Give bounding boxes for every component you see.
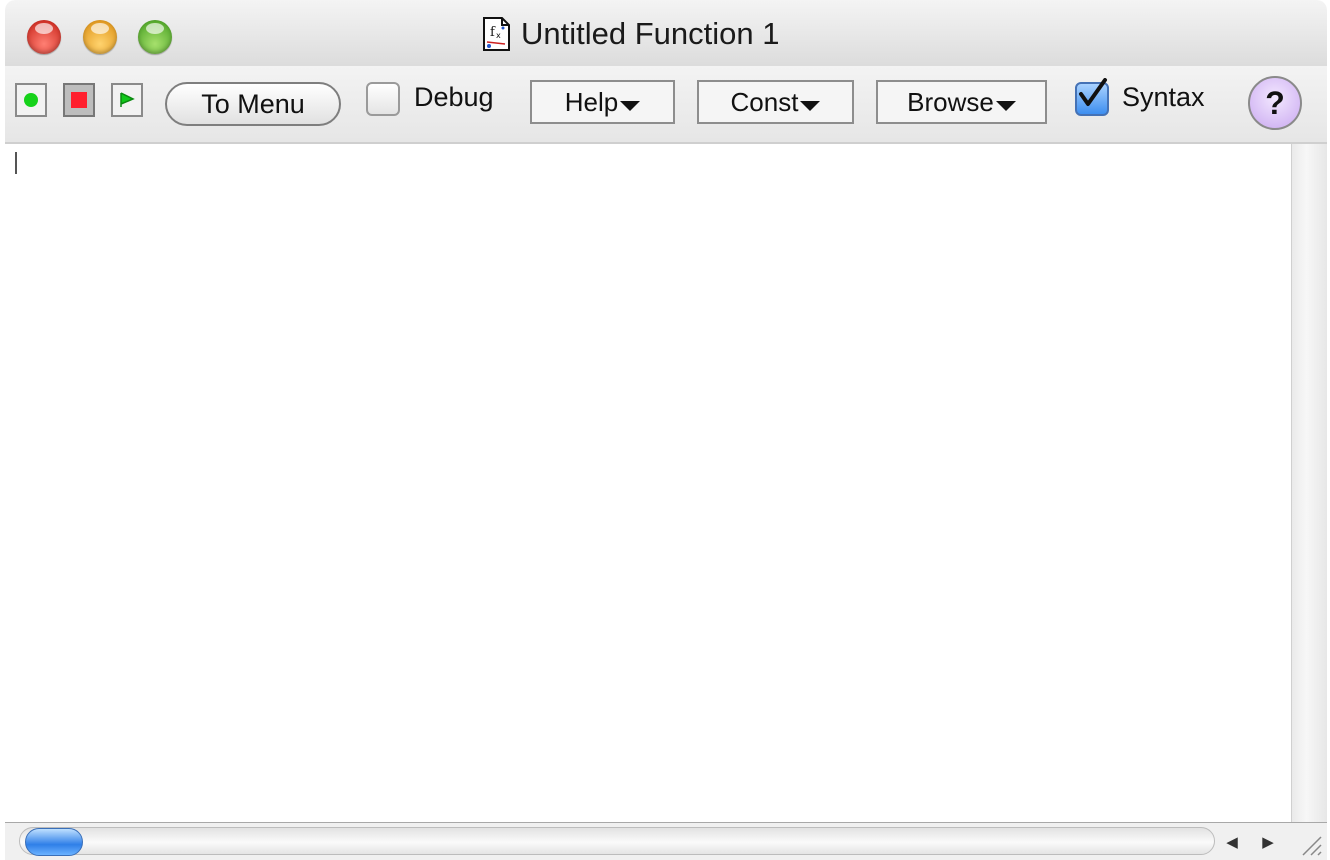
stop-button[interactable] — [63, 83, 95, 117]
horizontal-scrollbar[interactable]: ◀ ▶ — [5, 822, 1327, 860]
browse-menu-label: Browse — [907, 86, 994, 117]
window-title: f x Untitled Function 1 — [481, 14, 779, 54]
help-menu-label: Help — [564, 86, 619, 117]
syntax-label: Syntax — [1122, 82, 1205, 112]
close-window-button[interactable] — [27, 20, 61, 54]
code-editor[interactable] — [5, 144, 1291, 822]
zoom-window-button[interactable] — [138, 20, 172, 54]
to-menu-button[interactable]: To Menu — [165, 82, 341, 126]
menu-arrow-icon — [620, 101, 641, 111]
minimize-window-button[interactable] — [83, 20, 117, 54]
debug-label: Debug — [414, 82, 494, 112]
scroll-left-arrow-icon[interactable]: ◀ — [1219, 829, 1245, 855]
red-square-icon — [71, 92, 87, 108]
menu-arrow-icon — [995, 101, 1016, 111]
help-button[interactable]: ? — [1248, 76, 1302, 130]
resize-grip-icon[interactable] — [1295, 829, 1323, 857]
debug-checkbox[interactable] — [366, 82, 400, 116]
checkmark-icon — [1079, 78, 1107, 106]
toolbar: To Menu Debug Help Const Browse Syntax ? — [5, 66, 1327, 144]
svg-text:x: x — [496, 31, 501, 40]
title-bar[interactable]: f x Untitled Function 1 — [5, 0, 1327, 67]
green-dot-icon — [24, 93, 38, 107]
scroll-right-arrow-icon[interactable]: ▶ — [1255, 829, 1281, 855]
const-menu-button[interactable]: Const — [697, 80, 854, 124]
horizontal-scroll-track[interactable] — [19, 827, 1215, 855]
const-menu-label: Const — [730, 86, 799, 117]
help-menu-button[interactable]: Help — [530, 80, 675, 124]
window-title-text: Untitled Function 1 — [521, 16, 780, 51]
function-document-icon: f x — [483, 17, 510, 51]
vertical-scrollbar[interactable] — [1291, 144, 1327, 824]
record-button[interactable] — [15, 83, 47, 117]
horizontal-scroll-thumb[interactable] — [25, 828, 83, 856]
function-editor-window: f x Untitled Function 1 To Menu Debug He… — [5, 0, 1327, 860]
menu-arrow-icon — [800, 101, 821, 111]
browse-menu-button[interactable]: Browse — [876, 80, 1047, 124]
syntax-checkbox[interactable] — [1075, 78, 1109, 116]
text-caret — [15, 152, 17, 174]
green-play-icon — [120, 92, 135, 107]
play-button[interactable] — [111, 83, 143, 117]
